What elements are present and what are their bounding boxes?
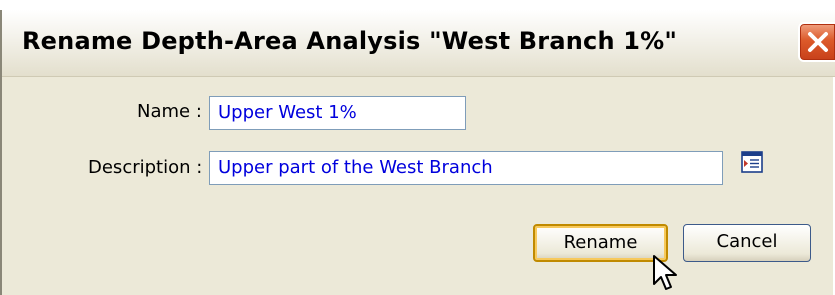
mouse-pointer-icon	[653, 255, 677, 290]
cancel-button[interactable]: Cancel	[683, 224, 811, 262]
description-field[interactable]: Upper part of the West Branch	[209, 151, 723, 185]
close-icon	[808, 32, 828, 52]
dialog-title: Rename Depth-Area Analysis "West Branch …	[22, 27, 678, 55]
description-editor-icon[interactable]	[741, 151, 763, 173]
rename-button[interactable]: Rename	[533, 224, 668, 262]
title-bar[interactable]: Rename Depth-Area Analysis "West Branch …	[2, 10, 835, 77]
close-button[interactable]	[798, 22, 835, 62]
name-field[interactable]: Upper West 1%	[209, 96, 466, 130]
name-label: Name :	[137, 101, 202, 122]
description-label: Description :	[88, 157, 203, 178]
